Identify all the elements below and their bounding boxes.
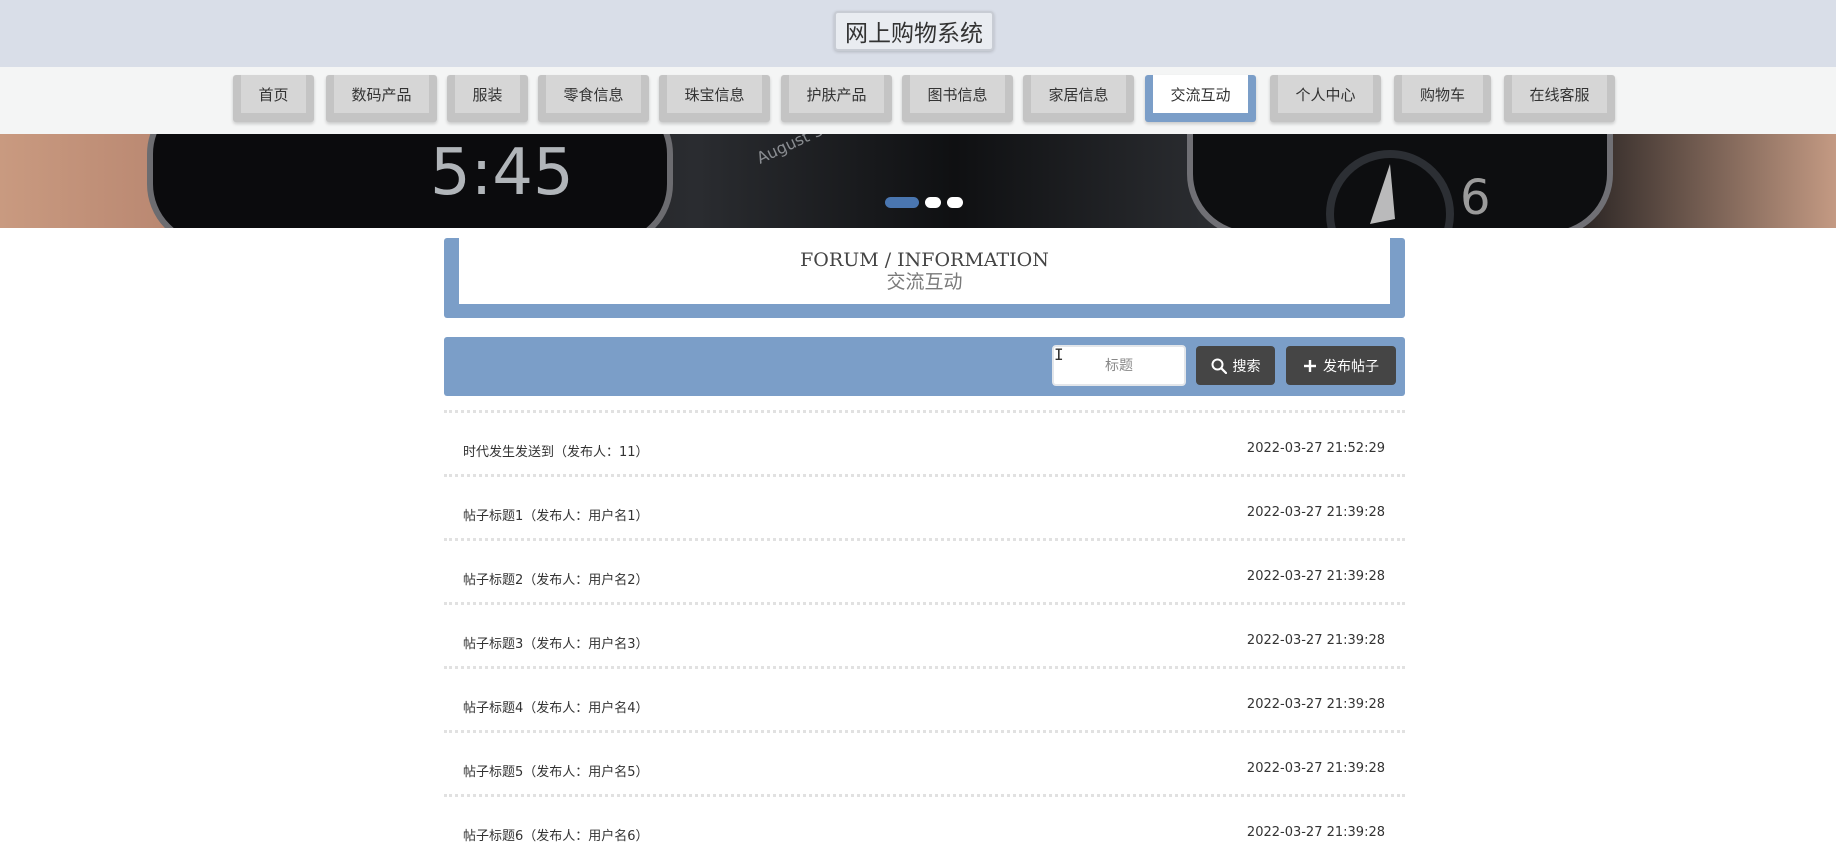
nav-item-label: 个人中心 <box>1278 75 1373 113</box>
post-title[interactable]: 帖子标题1（发布人：用户名1） <box>463 505 649 524</box>
post-row[interactable]: 帖子标题6（发布人：用户名6） 2022-03-27 21:39:28 <box>444 794 1405 858</box>
svg-text:6: 6 <box>1460 170 1491 226</box>
nav-item-profile[interactable]: 个人中心 <box>1270 75 1381 122</box>
banner-carousel: 5:45 August 30 6 <box>0 134 1836 228</box>
nav-item-label: 购物车 <box>1402 75 1483 113</box>
nav-item-label: 护肤产品 <box>789 75 884 113</box>
post-title[interactable]: 帖子标题3（发布人：用户名3） <box>463 633 649 652</box>
post-time: 2022-03-27 21:52:29 <box>1246 441 1385 456</box>
search-icon <box>1211 358 1227 374</box>
post-row[interactable]: 帖子标题1（发布人：用户名1） 2022-03-27 21:39:28 <box>444 474 1405 538</box>
search-bar: 搜索 发布帖子 <box>444 337 1405 396</box>
nav-item-cart[interactable]: 购物车 <box>1394 75 1491 122</box>
section-title-en: FORUM / INFORMATION <box>800 249 1049 271</box>
post-row[interactable]: 帖子标题3（发布人：用户名3） 2022-03-27 21:39:28 <box>444 602 1405 666</box>
post-list: 时代发生发送到（发布人：11） 2022-03-27 21:52:29 帖子标题… <box>444 410 1405 858</box>
nav-item-label: 家居信息 <box>1031 75 1126 113</box>
carousel-dot[interactable] <box>925 197 941 208</box>
carousel-dot[interactable] <box>947 197 963 208</box>
nav-item-clothing[interactable]: 服装 <box>447 75 528 122</box>
new-post-button-label: 发布帖子 <box>1323 358 1379 375</box>
plus-icon <box>1303 359 1317 373</box>
banner-image: 5:45 August 30 6 <box>147 134 1613 228</box>
nav-item-label: 服装 <box>455 75 520 113</box>
svg-text:5:45: 5:45 <box>430 136 574 210</box>
svg-text:August 30: August 30 <box>754 134 836 168</box>
nav-item-jewelry[interactable]: 珠宝信息 <box>659 75 770 122</box>
nav-item-label: 在线客服 <box>1512 75 1607 113</box>
post-time: 2022-03-27 21:39:28 <box>1246 761 1385 776</box>
nav-item-snacks[interactable]: 零食信息 <box>538 75 649 122</box>
nav-item-skincare[interactable]: 护肤产品 <box>781 75 892 122</box>
post-title[interactable]: 帖子标题5（发布人：用户名5） <box>463 761 649 780</box>
nav-item-forum[interactable]: 交流互动 <box>1145 75 1256 122</box>
nav-item-support[interactable]: 在线客服 <box>1504 75 1615 122</box>
post-title[interactable]: 帖子标题6（发布人：用户名6） <box>463 825 649 844</box>
nav-item-label: 交流互动 <box>1153 75 1248 113</box>
post-row[interactable]: 帖子标题5（发布人：用户名5） 2022-03-27 21:39:28 <box>444 730 1405 794</box>
search-button-label: 搜索 <box>1232 358 1261 375</box>
nav-item-books[interactable]: 图书信息 <box>902 75 1013 122</box>
post-row[interactable]: 帖子标题2（发布人：用户名2） 2022-03-27 21:39:28 <box>444 538 1405 602</box>
nav-item-label: 珠宝信息 <box>667 75 762 113</box>
nav-item-digital[interactable]: 数码产品 <box>326 75 437 122</box>
post-time: 2022-03-27 21:39:28 <box>1246 697 1385 712</box>
search-button[interactable]: 搜索 <box>1196 346 1275 385</box>
post-title[interactable]: 帖子标题4（发布人：用户名4） <box>463 697 649 716</box>
post-time: 2022-03-27 21:39:28 <box>1246 505 1385 520</box>
nav-item-label: 图书信息 <box>910 75 1005 113</box>
title-search-input[interactable] <box>1052 345 1186 386</box>
nav-item-label: 零食信息 <box>546 75 641 113</box>
nav-item-label: 首页 <box>241 75 306 113</box>
post-time: 2022-03-27 21:39:28 <box>1246 633 1385 648</box>
site-header: 网上购物系统 <box>0 0 1836 67</box>
nav-item-home-goods[interactable]: 家居信息 <box>1023 75 1134 122</box>
post-title[interactable]: 帖子标题2（发布人：用户名2） <box>463 569 649 588</box>
post-time: 2022-03-27 21:39:28 <box>1246 825 1385 840</box>
post-row[interactable]: 帖子标题4（发布人：用户名4） 2022-03-27 21:39:28 <box>444 666 1405 730</box>
post-time: 2022-03-27 21:39:28 <box>1246 569 1385 584</box>
post-row[interactable]: 时代发生发送到（发布人：11） 2022-03-27 21:52:29 <box>444 410 1405 474</box>
nav-item-label: 数码产品 <box>334 75 429 113</box>
section-title-cn: 交流互动 <box>886 271 963 293</box>
section-title-inner: FORUM / INFORMATION 交流互动 <box>459 238 1390 304</box>
site-title: 网上购物系统 <box>834 11 994 51</box>
post-title[interactable]: 时代发生发送到（发布人：11） <box>463 441 649 460</box>
section-title-panel: FORUM / INFORMATION 交流互动 <box>444 238 1405 318</box>
carousel-dot-active[interactable] <box>885 197 919 208</box>
text-cursor-icon: I <box>1054 345 1064 364</box>
new-post-button[interactable]: 发布帖子 <box>1286 346 1396 385</box>
carousel-dots <box>885 197 963 208</box>
nav-item-home[interactable]: 首页 <box>233 75 314 122</box>
main-nav: 首页 数码产品 服装 零食信息 珠宝信息 护肤产品 图书信息 家居信息 交流互动… <box>0 67 1836 134</box>
